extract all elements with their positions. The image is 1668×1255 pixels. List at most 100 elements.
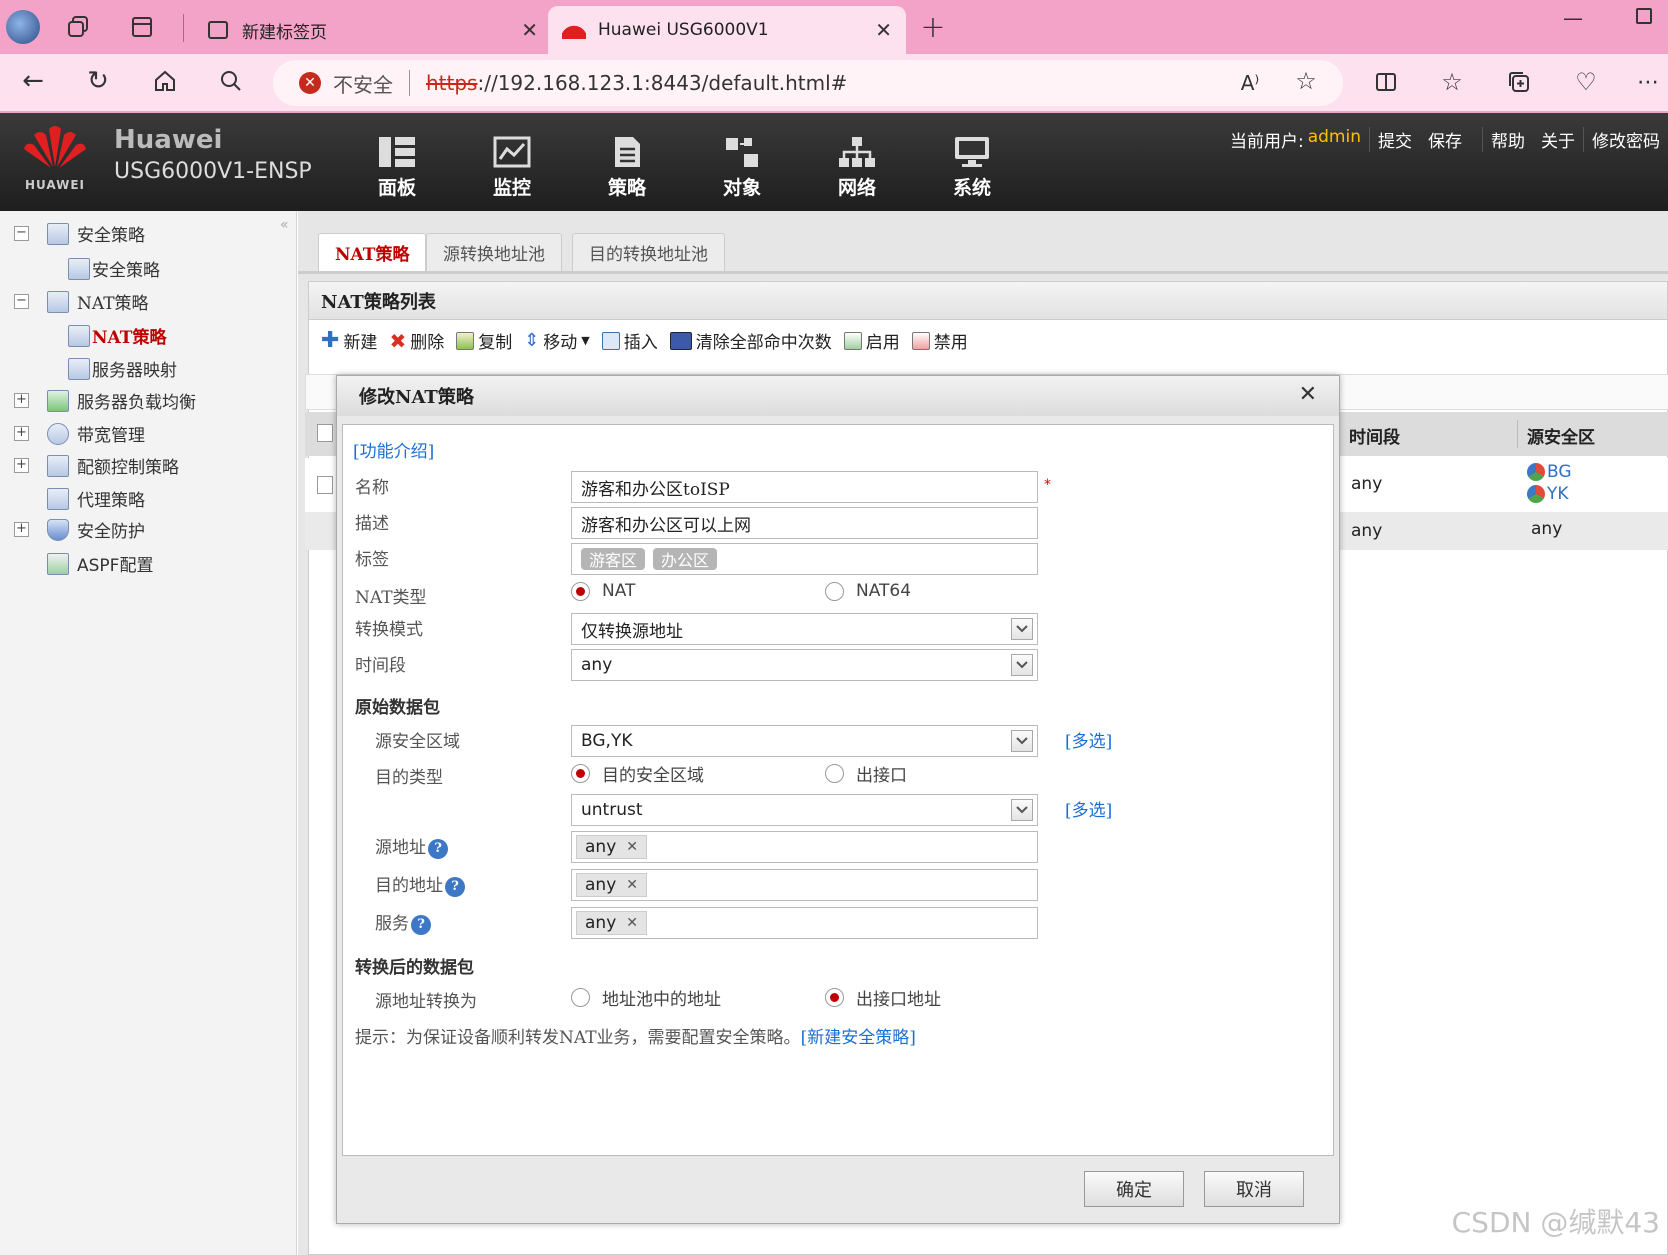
home-icon[interactable]: [150, 66, 180, 96]
src-zone-multi-select-link[interactable]: [多选]: [1065, 727, 1112, 752]
collapse-toggle-icon[interactable]: −: [14, 226, 29, 241]
sidebar-item-proxy[interactable]: 代理策略: [47, 486, 145, 511]
remove-chip-icon[interactable]: ✕: [626, 915, 638, 931]
column-header-src-zone[interactable]: 源安全区: [1527, 423, 1595, 448]
new-button[interactable]: ✚ 新建: [321, 328, 377, 353]
tag-chip[interactable]: 办公区: [653, 548, 718, 570]
dst-zone-select[interactable]: untrust: [571, 794, 1038, 826]
search-icon[interactable]: [216, 66, 246, 96]
description-field[interactable]: 游客和办公区可以上网: [571, 507, 1038, 539]
nat-type-nat64-radio[interactable]: NAT64: [825, 581, 911, 601]
workspaces-icon[interactable]: [66, 14, 92, 40]
delete-button[interactable]: ✖ 删除: [389, 328, 444, 354]
tab-huawei[interactable]: Huawei USG6000V1 ✕: [548, 6, 906, 54]
sidebar-item-security-policy-group[interactable]: − 安全策略: [14, 221, 145, 246]
copy-button[interactable]: 复制: [456, 328, 512, 353]
chevron-down-icon[interactable]: [1011, 618, 1033, 640]
split-screen-icon[interactable]: [1372, 68, 1400, 96]
expand-toggle-icon[interactable]: +: [14, 522, 29, 537]
tab-source-pool[interactable]: 源转换地址池: [426, 233, 562, 271]
sidebar-item-server-lb[interactable]: + 服务器负载均衡: [14, 388, 196, 413]
about-link[interactable]: 关于: [1533, 127, 1583, 152]
row-checkbox[interactable]: [317, 476, 333, 494]
sidebar-item-quota[interactable]: + 配额控制策略: [14, 453, 179, 478]
chevron-down-icon[interactable]: [1011, 799, 1033, 821]
read-aloud-icon[interactable]: A⁾: [1237, 70, 1263, 96]
refresh-icon[interactable]: ↻: [83, 66, 113, 96]
remove-chip-icon[interactable]: ✕: [626, 877, 638, 893]
nav-policy[interactable]: 策略: [592, 135, 662, 200]
back-icon[interactable]: ←: [18, 66, 48, 96]
help-icon[interactable]: ?: [428, 838, 448, 859]
expand-toggle-icon[interactable]: +: [14, 426, 29, 441]
tab-nat-policy[interactable]: NAT策略: [318, 233, 427, 271]
nat-type-nat-radio[interactable]: NAT: [571, 581, 635, 601]
sidebar-item-nat-policy-group[interactable]: − NAT策略: [14, 289, 149, 314]
favorite-star-icon[interactable]: ☆: [1293, 67, 1319, 95]
browser-essentials-icon[interactable]: ♡: [1572, 68, 1600, 96]
tab-new-tab[interactable]: 新建标签页 ✕: [194, 6, 544, 54]
remove-chip-icon[interactable]: ✕: [626, 839, 638, 855]
sidebar-item-bandwidth[interactable]: + 带宽管理: [14, 421, 145, 446]
nav-dashboard[interactable]: 面板: [362, 135, 432, 200]
nav-system[interactable]: 系统: [937, 135, 1007, 200]
src-trans-pool-radio[interactable]: 地址池中的地址: [571, 985, 721, 1010]
expand-toggle-icon[interactable]: +: [14, 458, 29, 473]
sidebar-item-server-mapping[interactable]: 服务器映射: [68, 356, 177, 381]
dst-type-interface-radio[interactable]: 出接口: [825, 761, 907, 786]
mode-select[interactable]: 仅转换源地址: [571, 613, 1038, 645]
profile-avatar-icon[interactable]: [6, 10, 40, 44]
dst-addr-field[interactable]: any ✕: [571, 869, 1038, 901]
collapse-toggle-icon[interactable]: −: [14, 294, 29, 309]
sidebar-item-protection[interactable]: + 安全防护: [14, 517, 145, 542]
new-tab-plus-icon[interactable]: +: [918, 10, 948, 45]
src-addr-field[interactable]: any ✕: [571, 831, 1038, 863]
ok-button[interactable]: 确定: [1084, 1171, 1184, 1207]
minimize-icon[interactable]: —: [1558, 6, 1588, 30]
tab-actions-icon[interactable]: [129, 14, 155, 40]
help-link[interactable]: 帮助: [1483, 127, 1533, 152]
sidebar-item-nat-policy[interactable]: NAT策略: [68, 323, 166, 348]
intro-link[interactable]: [功能介绍]: [353, 437, 434, 462]
src-trans-interface-radio[interactable]: 出接口地址: [825, 985, 941, 1010]
nav-network[interactable]: 网络: [822, 135, 892, 200]
collections-icon[interactable]: [1505, 68, 1533, 96]
tag-chip[interactable]: 游客区: [581, 548, 646, 570]
commit-link[interactable]: 提交: [1370, 127, 1420, 152]
tab-dest-pool[interactable]: 目的转换地址池: [572, 233, 725, 271]
more-menu-icon[interactable]: ⋯: [1634, 68, 1662, 96]
close-tab-icon[interactable]: ✕: [875, 18, 892, 42]
insert-button[interactable]: 插入: [601, 328, 658, 353]
collapse-sidebar-icon[interactable]: «: [280, 217, 289, 233]
sidebar-item-aspf[interactable]: ASPF配置: [47, 551, 153, 576]
chevron-down-icon[interactable]: [1011, 730, 1033, 752]
cancel-button[interactable]: 取消: [1204, 1171, 1304, 1207]
nav-monitor[interactable]: 监控: [477, 135, 547, 200]
save-link[interactable]: 保存: [1420, 127, 1470, 152]
new-security-policy-link[interactable]: [新建安全策略]: [801, 1028, 916, 1048]
clear-hits-button[interactable]: 清除全部命中次数: [669, 328, 832, 353]
sidebar-item-security-policy[interactable]: 安全策略: [68, 256, 160, 281]
dst-type-zone-radio[interactable]: 目的安全区域: [571, 761, 704, 786]
src-zone-select[interactable]: BG,YK: [571, 725, 1038, 757]
expand-toggle-icon[interactable]: +: [14, 393, 29, 408]
chevron-down-icon[interactable]: [1011, 654, 1033, 676]
favorites-icon[interactable]: ☆: [1438, 68, 1466, 96]
change-password-link[interactable]: 修改密码: [1584, 127, 1668, 152]
select-all-checkbox[interactable]: [317, 424, 333, 442]
nav-object[interactable]: 对象: [707, 135, 777, 200]
time-select[interactable]: any: [571, 649, 1038, 681]
address-bar[interactable]: ✕ 不安全 https ://192.168.123.1:8443/defaul…: [273, 60, 1343, 106]
enable-button[interactable]: 启用: [843, 328, 900, 353]
column-header-time[interactable]: 时间段: [1349, 423, 1400, 448]
close-tab-icon[interactable]: ✕: [521, 18, 538, 42]
help-icon[interactable]: ?: [411, 914, 431, 935]
maximize-icon[interactable]: [1634, 6, 1654, 26]
disable-button[interactable]: 禁用: [911, 328, 968, 353]
name-field[interactable]: 游客和办公区toISP: [571, 471, 1038, 503]
tag-field[interactable]: 游客区 办公区: [571, 543, 1038, 575]
help-icon[interactable]: ?: [445, 876, 465, 897]
dst-zone-multi-select-link[interactable]: [多选]: [1065, 796, 1112, 821]
move-button[interactable]: ⇕ 移动 ▼: [524, 328, 590, 353]
service-field[interactable]: any ✕: [571, 907, 1038, 939]
